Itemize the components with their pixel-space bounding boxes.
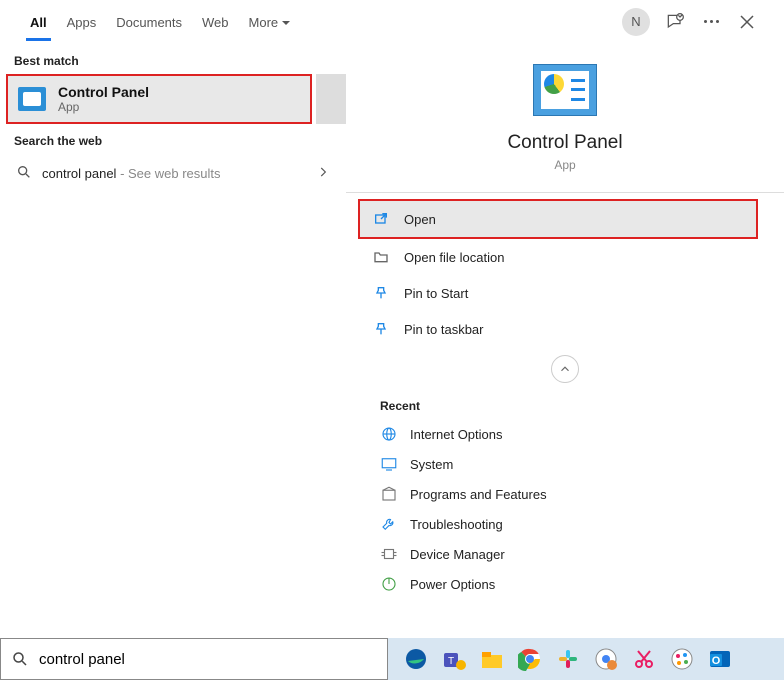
recent-heading: Recent xyxy=(360,387,770,419)
recent-system[interactable]: System xyxy=(360,449,770,479)
search-web-heading: Search the web xyxy=(0,124,346,154)
action-open[interactable]: Open xyxy=(358,199,758,239)
wrench-icon xyxy=(380,515,398,533)
open-icon xyxy=(372,210,390,228)
action-pin-start[interactable]: Pin to Start xyxy=(360,275,770,311)
taskbar: T O xyxy=(388,638,784,680)
recent-item-label: Device Manager xyxy=(410,547,505,562)
preview-title: Control Panel xyxy=(360,132,770,154)
preview-subtitle: App xyxy=(360,158,770,172)
divider xyxy=(346,192,784,193)
taskbar-outlook[interactable]: O xyxy=(706,645,734,673)
tab-documents[interactable]: Documents xyxy=(106,3,192,40)
tab-more[interactable]: More xyxy=(239,3,301,40)
bottom-bar: T O xyxy=(0,638,784,680)
user-avatar[interactable]: N xyxy=(622,8,650,36)
search-input[interactable] xyxy=(39,639,377,679)
recent-programs-features[interactable]: Programs and Features xyxy=(360,479,770,509)
best-match-subtitle: App xyxy=(58,100,149,114)
best-match-title: Control Panel xyxy=(58,84,149,100)
search-box[interactable] xyxy=(0,638,388,680)
taskbar-slack[interactable] xyxy=(554,645,582,673)
search-icon xyxy=(11,650,29,668)
pin-icon xyxy=(372,320,390,338)
pin-icon xyxy=(372,284,390,302)
taskbar-chrome-profile[interactable] xyxy=(592,645,620,673)
box-icon xyxy=(380,485,398,503)
web-result-hint: - See web results xyxy=(116,166,220,181)
taskbar-paint[interactable] xyxy=(668,645,696,673)
action-open-file-location[interactable]: Open file location xyxy=(360,239,770,275)
best-match-result[interactable]: Control Panel App xyxy=(6,74,312,124)
recent-item-label: System xyxy=(410,457,453,472)
collapse-button[interactable] xyxy=(551,355,579,383)
recent-power-options[interactable]: Power Options xyxy=(360,569,770,599)
chevron-right-icon xyxy=(316,165,330,182)
recent-device-manager[interactable]: Device Manager xyxy=(360,539,770,569)
best-match-heading: Best match xyxy=(0,44,346,74)
svg-text:O: O xyxy=(712,655,721,667)
preview-panel: Control Panel App Open Open file locatio… xyxy=(346,44,784,638)
taskbar-edge[interactable] xyxy=(402,645,430,673)
recent-internet-options[interactable]: Internet Options xyxy=(360,419,770,449)
svg-text:T: T xyxy=(448,656,454,667)
results-panel: Best match Control Panel App Search the … xyxy=(0,44,346,638)
tab-apps[interactable]: Apps xyxy=(57,3,107,40)
taskbar-chrome[interactable] xyxy=(516,645,544,673)
power-icon xyxy=(380,575,398,593)
monitor-icon xyxy=(380,455,398,473)
action-pin-taskbar-label: Pin to taskbar xyxy=(404,322,484,337)
control-panel-icon xyxy=(18,87,46,111)
more-options-icon[interactable] xyxy=(700,11,722,33)
taskbar-snip[interactable] xyxy=(630,645,658,673)
feedback-icon[interactable] xyxy=(664,11,686,33)
search-icon xyxy=(16,164,32,183)
web-search-result[interactable]: control panel - See web results xyxy=(0,154,346,193)
selected-result-indicator xyxy=(316,74,346,124)
tab-all[interactable]: All xyxy=(20,3,57,40)
recent-troubleshooting[interactable]: Troubleshooting xyxy=(360,509,770,539)
action-pin-start-label: Pin to Start xyxy=(404,286,468,301)
recent-item-label: Programs and Features xyxy=(410,487,547,502)
globe-icon xyxy=(380,425,398,443)
recent-item-label: Internet Options xyxy=(410,427,503,442)
recent-item-label: Power Options xyxy=(410,577,495,592)
filter-tabs: All Apps Documents Web More N xyxy=(0,0,784,44)
action-pin-taskbar[interactable]: Pin to taskbar xyxy=(360,311,770,347)
tab-web[interactable]: Web xyxy=(192,3,239,40)
recent-item-label: Troubleshooting xyxy=(410,517,503,532)
close-button[interactable] xyxy=(736,11,758,33)
chevron-down-icon xyxy=(282,21,290,29)
taskbar-teams[interactable]: T xyxy=(440,645,468,673)
folder-icon xyxy=(372,248,390,266)
web-result-query: control panel xyxy=(42,166,116,181)
taskbar-file-explorer[interactable] xyxy=(478,645,506,673)
control-panel-large-icon xyxy=(533,64,597,116)
action-open-label: Open xyxy=(404,212,436,227)
chip-icon xyxy=(380,545,398,563)
main-content: Best match Control Panel App Search the … xyxy=(0,44,784,638)
action-open-file-location-label: Open file location xyxy=(404,250,504,265)
